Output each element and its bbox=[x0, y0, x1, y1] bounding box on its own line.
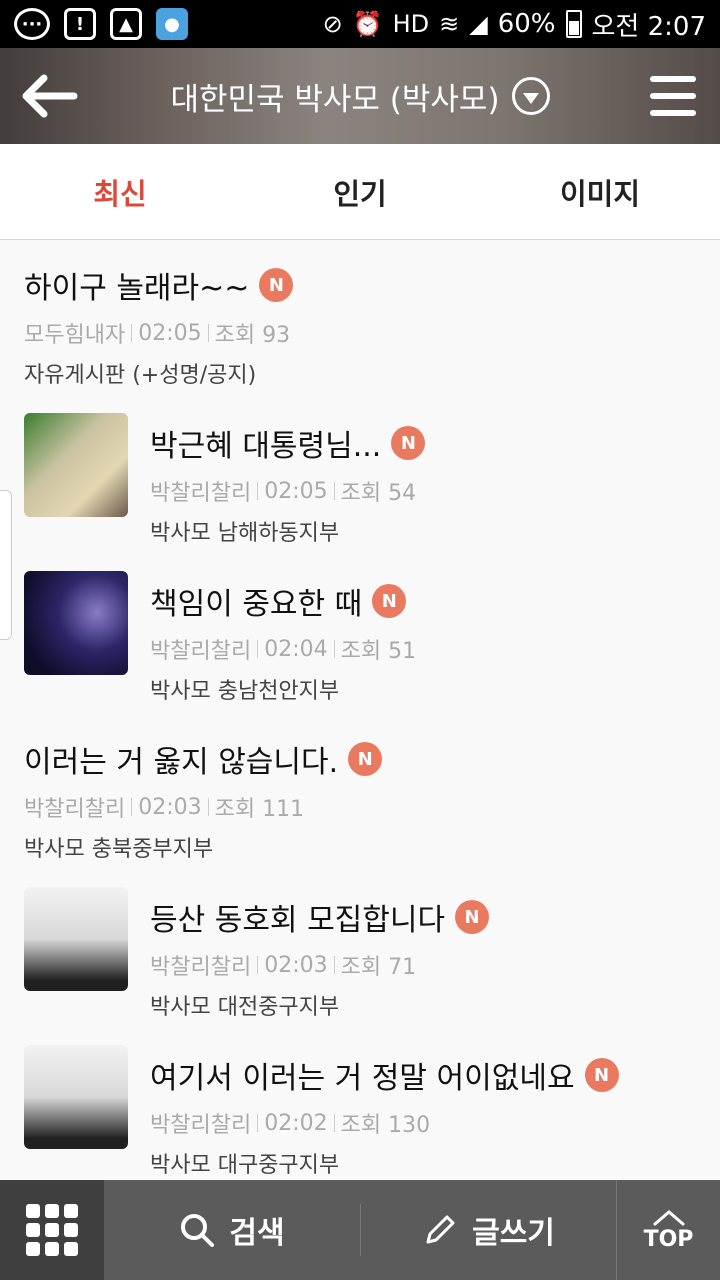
list-item[interactable]: 하이구 놀래라~~ N 모두힘내자 02:05 조회 93 자유게시판 (+성명/공지… bbox=[0, 241, 720, 399]
post-time: 02:05 bbox=[138, 320, 202, 346]
post-time: 02:05 bbox=[264, 478, 328, 504]
post-board: 박사모 대구중구지부 bbox=[150, 1153, 340, 1178]
signal-icon: ◢ bbox=[469, 10, 488, 38]
tab-popular[interactable]: 인기 bbox=[240, 144, 480, 239]
post-views: 조회 51 bbox=[340, 639, 417, 664]
list-item[interactable]: 박근혜 대통령님... N 박찰리찰리 02:05 조회 54 박사모 남해하동지부 bbox=[0, 399, 720, 557]
chevron-down-icon[interactable] bbox=[511, 77, 550, 115]
hd-icon: HD bbox=[392, 10, 430, 38]
post-author: 박찰리찰리 bbox=[24, 797, 126, 822]
alarm-icon: ⏰ bbox=[352, 10, 383, 38]
bottom-toolbar: 검색 글쓰기 TOP bbox=[0, 1180, 720, 1280]
post-title: 여기서 이러는 거 정말 어이없네요 bbox=[150, 1061, 575, 1096]
post-thumbnail bbox=[24, 1045, 128, 1149]
alert-icon: ! bbox=[64, 8, 96, 40]
post-title: 등산 동호회 모집합니다 bbox=[150, 903, 446, 938]
scroll-top-button[interactable]: TOP bbox=[616, 1180, 720, 1280]
post-board: 박사모 충북중부지부 bbox=[24, 837, 214, 862]
post-board: 박사모 충남천안지부 bbox=[150, 679, 340, 704]
grid-icon bbox=[26, 1204, 78, 1256]
chevron-up-icon bbox=[653, 1209, 684, 1225]
app-icon: ● bbox=[156, 8, 188, 40]
search-label: 검색 bbox=[229, 1216, 285, 1251]
post-time: 02:03 bbox=[264, 952, 328, 978]
new-badge: N bbox=[259, 268, 294, 302]
write-label: 글쓰기 bbox=[472, 1216, 555, 1251]
post-author: 박찰리찰리 bbox=[150, 955, 252, 980]
clock: 오전 2:07 bbox=[591, 11, 707, 42]
new-badge: N bbox=[584, 1058, 619, 1092]
tab-bar: 최신 인기 이미지 bbox=[0, 144, 720, 240]
battery-percent: 60% bbox=[497, 9, 556, 39]
post-title: 이러는 거 옳지 않습니다. bbox=[24, 745, 339, 780]
search-icon bbox=[181, 1214, 215, 1247]
new-badge: N bbox=[391, 426, 426, 460]
post-author: 모두힘내자 bbox=[24, 323, 126, 348]
post-title: 박근혜 대통령님... bbox=[150, 429, 382, 464]
post-views: 조회 111 bbox=[214, 797, 305, 822]
status-bar: ··· ! ▲ ● ⊘ ⏰ HD ≋ ◢ 60% 오전 2:07 bbox=[0, 0, 720, 48]
new-badge: N bbox=[455, 900, 490, 934]
post-list: 하이구 놀래라~~ N 모두힘내자 02:05 조회 93 자유게시판 (+성명/공지… bbox=[0, 241, 720, 1189]
post-views: 조회 54 bbox=[340, 481, 417, 506]
list-item[interactable]: 책임이 중요한 때 N 박찰리찰리 02:04 조회 51 박사모 충남천안지부 bbox=[0, 557, 720, 715]
message-icon: ··· bbox=[14, 8, 50, 40]
post-author: 박찰리찰리 bbox=[150, 1113, 252, 1138]
post-views: 조회 130 bbox=[340, 1113, 431, 1138]
post-board: 박사모 대전중구지부 bbox=[150, 995, 340, 1020]
post-thumbnail bbox=[24, 887, 128, 991]
tab-latest[interactable]: 최신 bbox=[0, 144, 240, 239]
post-time: 02:03 bbox=[138, 794, 202, 820]
wifi-icon: ≋ bbox=[439, 10, 460, 38]
battery-icon bbox=[565, 10, 582, 38]
mute-icon: ⊘ bbox=[322, 10, 343, 38]
post-title: 책임이 중요한 때 bbox=[150, 587, 363, 622]
post-time: 02:04 bbox=[264, 636, 328, 662]
post-thumbnail bbox=[24, 413, 128, 517]
post-views: 조회 71 bbox=[340, 955, 417, 980]
list-item[interactable]: 여기서 이러는 거 정말 어이없네요 N 박찰리찰리 02:02 조회 130 박사모… bbox=[0, 1031, 720, 1189]
app-bar: 대한민국 박사모 (박사모) bbox=[0, 48, 720, 144]
new-badge: N bbox=[372, 584, 407, 618]
post-board: 자유게시판 (+성명/공지) bbox=[24, 363, 257, 388]
post-author: 박찰리찰리 bbox=[150, 481, 252, 506]
search-button[interactable]: 검색 bbox=[104, 1208, 360, 1252]
write-button[interactable]: 글쓰기 bbox=[360, 1204, 616, 1256]
tab-images[interactable]: 이미지 bbox=[480, 144, 720, 239]
top-label: TOP bbox=[643, 1226, 694, 1252]
post-views: 조회 93 bbox=[214, 323, 291, 348]
new-badge: N bbox=[348, 742, 383, 776]
post-thumbnail bbox=[24, 571, 128, 675]
post-title: 하이구 놀래라~~ bbox=[24, 271, 250, 306]
apps-grid-button[interactable] bbox=[0, 1180, 104, 1280]
post-time: 02:02 bbox=[264, 1110, 328, 1136]
image-icon: ▲ bbox=[110, 8, 142, 40]
cafe-title[interactable]: 대한민국 박사모 (박사모) bbox=[170, 74, 499, 119]
list-item[interactable]: 등산 동호회 모집합니다 N 박찰리찰리 02:03 조회 71 박사모 대전중구지부 bbox=[0, 873, 720, 1031]
list-item[interactable]: 이러는 거 옳지 않습니다. N 박찰리찰리 02:03 조회 111 박사모 충북중… bbox=[0, 715, 720, 873]
hamburger-menu-icon[interactable] bbox=[650, 76, 696, 116]
post-author: 박찰리찰리 bbox=[150, 639, 252, 664]
pencil-icon bbox=[426, 1215, 455, 1244]
post-board: 박사모 남해하동지부 bbox=[150, 521, 340, 546]
